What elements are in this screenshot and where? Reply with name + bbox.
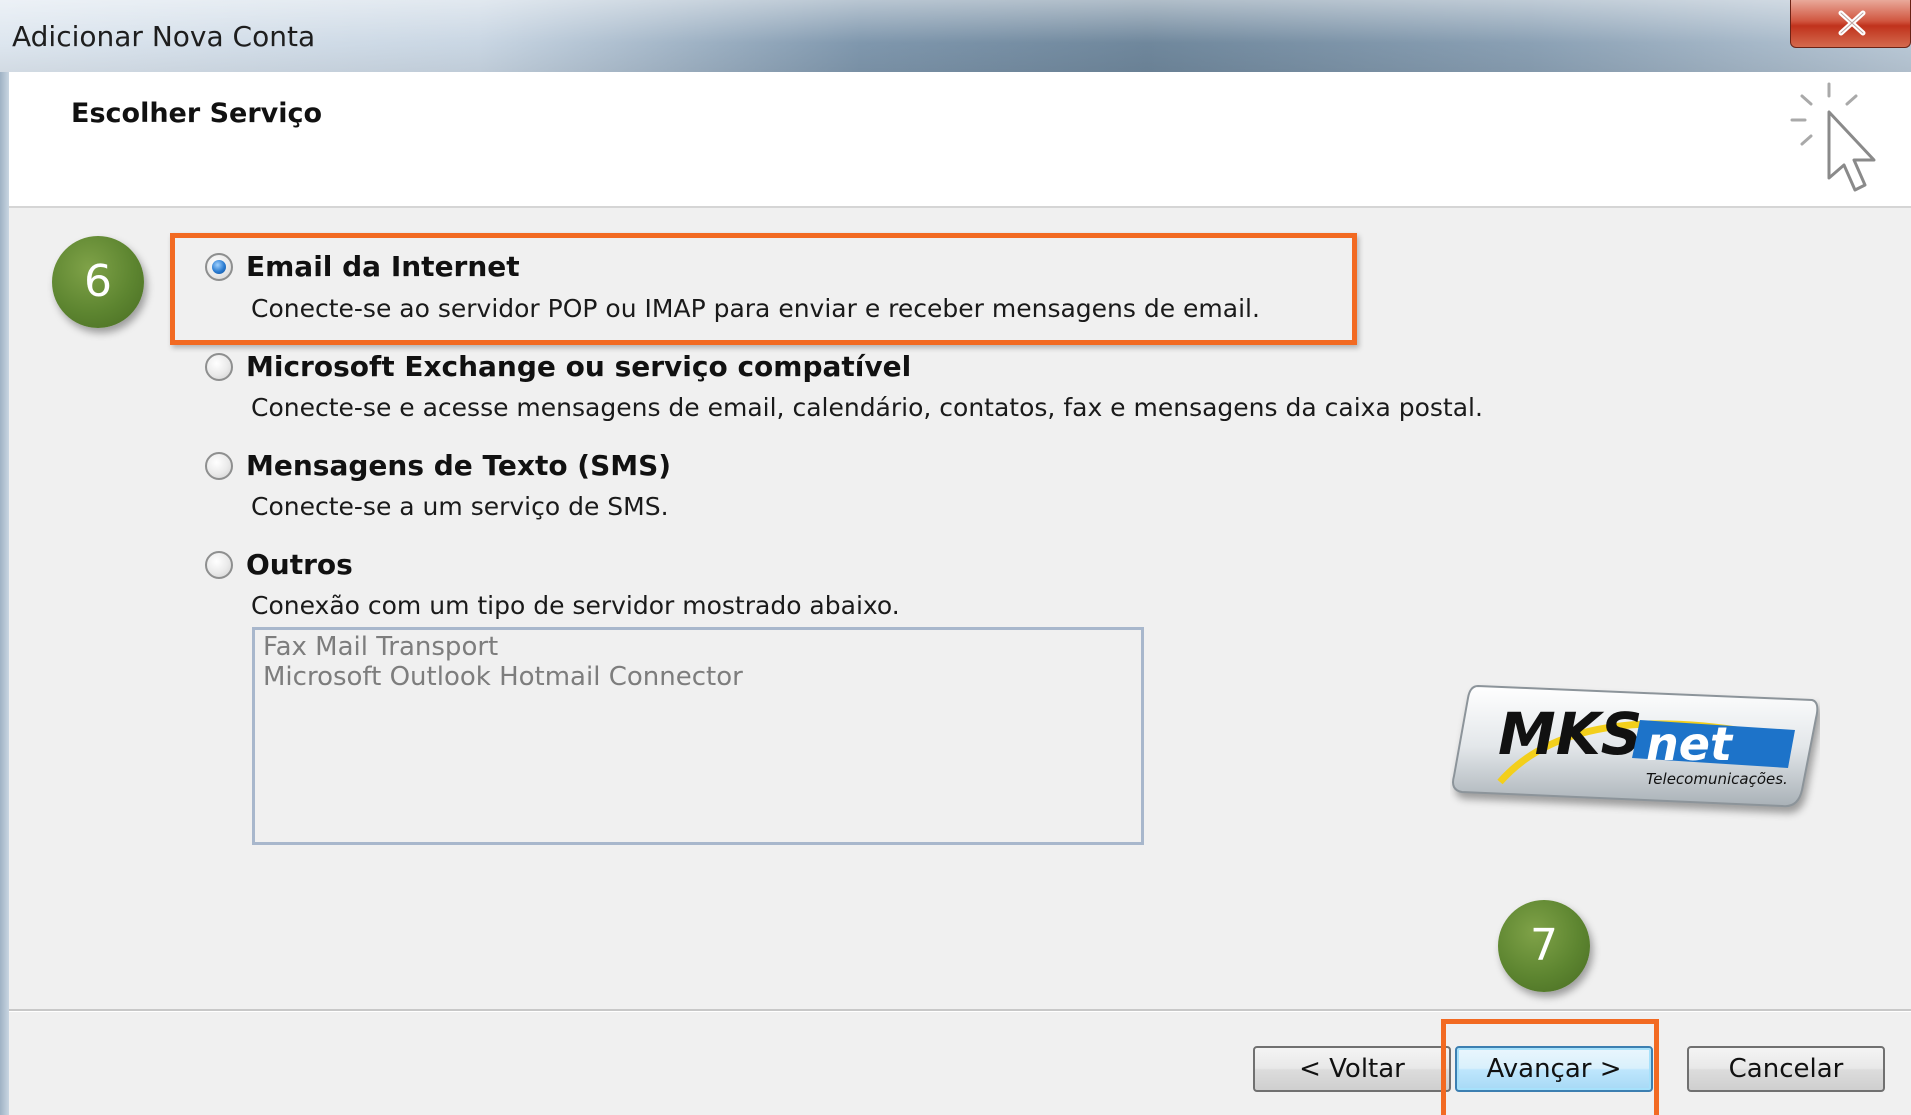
window-title: Adicionar Nova Conta — [12, 20, 316, 53]
close-icon — [1838, 10, 1866, 36]
logo-tagline: Telecomunicações. — [1646, 770, 1788, 788]
option-label-email-internet[interactable]: Email da Internet — [246, 250, 520, 283]
close-button[interactable] — [1790, 0, 1911, 48]
title-bar: Adicionar Nova Conta — [0, 0, 1911, 72]
radio-email-internet[interactable] — [205, 253, 233, 281]
radio-other[interactable] — [205, 551, 233, 579]
list-item[interactable]: Microsoft Outlook Hotmail Connector — [255, 662, 1141, 692]
cancel-button[interactable]: Cancelar — [1687, 1046, 1885, 1092]
option-label-other[interactable]: Outros — [246, 548, 353, 581]
option-label-sms[interactable]: Mensagens de Texto (SMS) — [246, 449, 671, 482]
back-button[interactable]: < Voltar — [1253, 1046, 1451, 1092]
radio-exchange[interactable] — [205, 353, 233, 381]
cursor-sparkle-icon — [1790, 82, 1876, 192]
option-desc-email-internet: Conecte-se ao servidor POP ou IMAP para … — [251, 294, 1260, 323]
step-7-marker: 7 — [1498, 900, 1590, 992]
logo-brand-left: MKS — [1498, 700, 1642, 768]
mksnet-logo-graphic: MKS net Telecomunicações. — [1452, 684, 1819, 808]
option-desc-sms: Conecte-se a um serviço de SMS. — [251, 492, 669, 521]
window-frame-left — [0, 72, 9, 1115]
option-desc-other: Conexão com um tipo de servidor mostrado… — [251, 591, 900, 620]
page-title: Escolher Serviço — [71, 98, 323, 129]
option-desc-exchange: Conecte-se e acesse mensagens de email, … — [251, 393, 1483, 422]
radio-sms[interactable] — [205, 452, 233, 480]
logo-brand-right: net — [1646, 717, 1734, 771]
mksnet-logo: MKS net Telecomunicações. — [1450, 682, 1820, 822]
wizard-header: Escolher Serviço — [9, 72, 1911, 208]
footer-separator-highlight — [9, 1011, 1911, 1012]
next-button[interactable]: Avançar > — [1455, 1046, 1653, 1092]
other-servers-listbox[interactable]: Fax Mail Transport Microsoft Outlook Hot… — [252, 627, 1144, 845]
add-account-dialog: Adicionar Nova Conta Escolher Serviço 6 … — [0, 0, 1911, 1115]
step-6-marker: 6 — [52, 236, 144, 328]
list-item[interactable]: Fax Mail Transport — [255, 632, 1141, 662]
option-label-exchange[interactable]: Microsoft Exchange ou serviço compatível — [246, 350, 911, 383]
